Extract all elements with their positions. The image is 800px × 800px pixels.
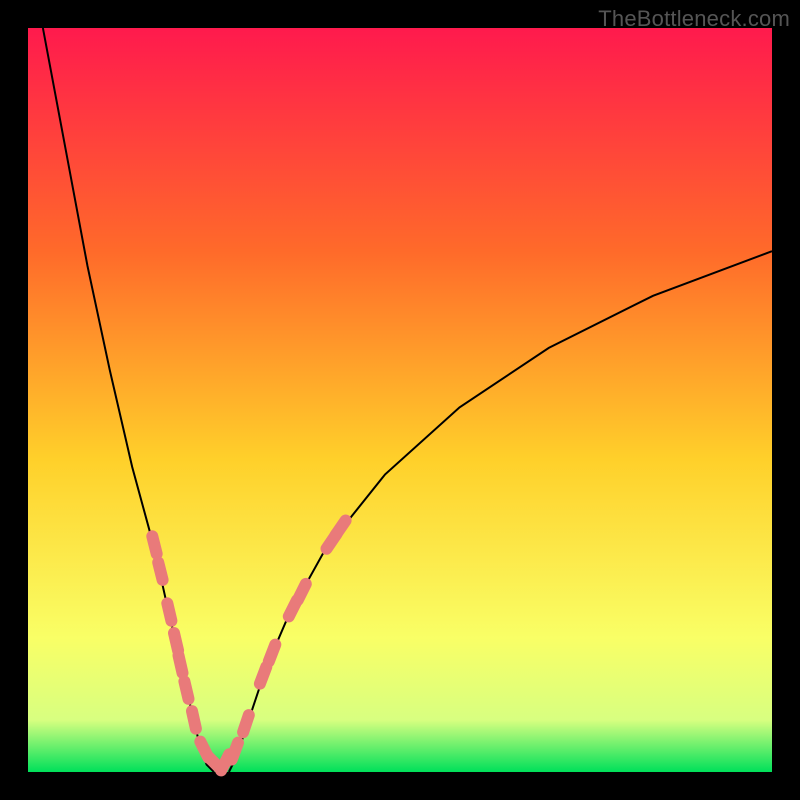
series-marker xyxy=(184,681,188,699)
series-marker xyxy=(335,521,345,536)
watermark-text: TheBottleneck.com xyxy=(598,6,790,32)
curve-right xyxy=(229,251,772,772)
series-marker xyxy=(232,743,238,760)
series-marker xyxy=(298,584,306,600)
series-marker xyxy=(243,715,249,732)
series-marker xyxy=(167,603,171,621)
series-marker xyxy=(269,645,276,662)
curve-group xyxy=(43,28,772,772)
outer-frame: TheBottleneck.com xyxy=(0,0,800,800)
curve-left xyxy=(43,28,214,772)
series-marker xyxy=(174,633,178,651)
markers-group xyxy=(152,521,345,771)
series-marker xyxy=(179,655,183,673)
series-marker xyxy=(152,536,156,554)
series-marker xyxy=(158,562,162,580)
plot-area xyxy=(28,28,772,772)
chart-svg xyxy=(28,28,772,772)
series-marker xyxy=(192,711,196,729)
series-marker xyxy=(260,667,266,684)
